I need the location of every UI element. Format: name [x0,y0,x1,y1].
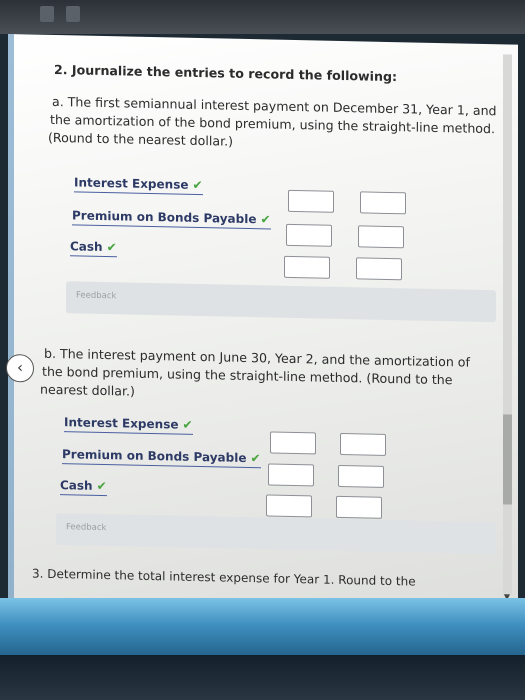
checkmark-icon: ✔ [250,451,261,466]
part-b-feedback: Feedback [56,513,496,555]
part-b-line-3: nearest dollar.) [40,381,135,399]
monitor-top-bezel [0,0,525,34]
monitor-bottom-bezel [0,655,525,700]
checkmark-icon: ✔ [192,177,203,193]
account-label: Interest Expense [74,175,189,192]
part-b-debit-input[interactable] [266,494,312,518]
part-a-credit-input[interactable] [358,225,404,249]
account-label: Interest Expense [64,415,179,432]
part-a-debit-input[interactable] [284,255,330,279]
feedback-label: Feedback [76,290,117,302]
account-label: Premium on Bonds Payable [62,447,247,465]
checkmark-icon: ✔ [182,417,193,432]
part-b-credit-input[interactable] [338,464,384,488]
account-label: Cash [60,478,93,493]
part-b-account-cash[interactable]: Cash ✔ [60,478,107,497]
part-a-account-cash[interactable]: Cash ✔ [70,239,117,258]
question-page: 2. Journalize the entries to record the … [6,34,518,611]
part-a-debit-input[interactable] [288,189,334,213]
checkmark-icon: ✔ [260,212,271,227]
part-a-credit-input[interactable] [360,191,406,215]
page-edge [8,34,14,601]
part-b-account-interest-expense[interactable]: Interest Expense ✔ [64,415,193,435]
part-b-debit-input[interactable] [268,463,314,487]
checkmark-icon: ✔ [106,240,117,255]
part-b-credit-input[interactable] [336,495,382,519]
question-2-heading: 2. Journalize the entries to record the … [54,61,398,85]
window-icon [40,6,54,22]
part-a-credit-input[interactable] [356,257,402,281]
account-label: Cash [70,239,103,254]
feedback-label: Feedback [66,522,107,534]
part-a-account-premium-on-bonds-payable[interactable]: Premium on Bonds Payable ✔ [72,208,271,230]
part-b-credit-input[interactable] [340,432,386,456]
question-3-text: 3. Determine the total interest expense … [32,566,416,589]
screen-bottom-bar [0,598,525,658]
window-icon [66,6,80,22]
part-a-account-interest-expense[interactable]: Interest Expense ✔ [74,175,203,196]
part-a-feedback: Feedback [66,281,496,323]
back-arrow-icon[interactable]: ‹ [6,353,34,383]
checkmark-icon: ✔ [96,478,107,494]
vertical-scrollbar[interactable] [503,54,512,595]
scrollbar-thumb[interactable] [503,414,512,505]
part-b-account-premium-on-bonds-payable[interactable]: Premium on Bonds Payable ✔ [62,447,261,469]
account-label: Premium on Bonds Payable [72,208,257,227]
part-a-line-3: (Round to the nearest dollar.) [48,129,234,149]
part-a-debit-input[interactable] [286,223,332,247]
part-b-debit-input[interactable] [270,431,316,455]
